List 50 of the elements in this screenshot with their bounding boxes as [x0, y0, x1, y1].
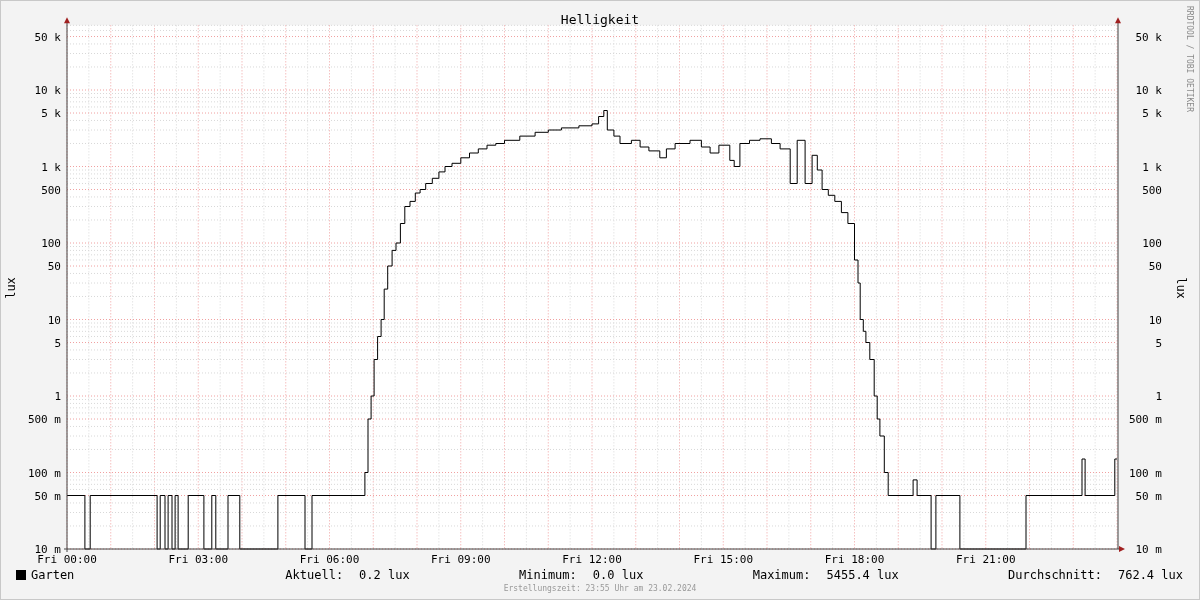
y-tick-label: 10 — [47, 313, 61, 327]
y-tick-label: 50 — [1148, 260, 1162, 274]
y-tick-label: 1 k — [41, 160, 61, 174]
y-tick-label: 5 k — [41, 107, 61, 121]
stat-value: 0.2 lux — [359, 568, 410, 582]
stat-label: Minimum: — [519, 568, 577, 582]
y-tick-label: 5 — [1155, 336, 1162, 350]
x-tick-label: Fri 12:00 — [562, 553, 622, 566]
y-axis-title: lux — [1174, 277, 1188, 299]
x-tick-label: Fri 03:00 — [168, 553, 229, 566]
y-tick-label: 100 m — [27, 466, 61, 480]
x-tick-label: Fri 00:00 — [37, 553, 97, 566]
x-tick-label: Fri 09:00 — [430, 553, 491, 566]
stat-label: Aktuell: — [285, 568, 344, 582]
y-tick-label: 50 k — [34, 30, 61, 44]
y-tick-label: 100 — [1142, 237, 1162, 250]
legend-label: Garten — [31, 568, 75, 582]
chart-title: Helligkeit — [560, 12, 640, 27]
y-tick-label: 5 — [54, 336, 61, 350]
y-tick-label: 10 — [1148, 313, 1162, 327]
y-tick-label: 1 k — [1142, 160, 1162, 174]
y-tick-label: 50 — [47, 260, 61, 274]
y-tick-label: 500 m — [1128, 413, 1162, 427]
stat-value: 5455.4 lux — [826, 568, 899, 582]
y-tick-label: 100 m — [1128, 466, 1162, 480]
x-tick-label: Fri 06:00 — [299, 553, 360, 566]
x-tick-label: Fri 21:00 — [955, 553, 1016, 566]
y-tick-label: 100 — [41, 237, 61, 250]
y-tick-label: 50 m — [34, 489, 61, 503]
credit-text: RRDTOOL / TOBI OETIKER — [1185, 6, 1194, 112]
y-tick-label: 10 m — [34, 543, 61, 556]
y-tick-label: 5 k — [1142, 107, 1162, 121]
y-tick-label: 10 k — [1135, 84, 1162, 97]
stat-label: Durchschnitt: — [1008, 568, 1102, 582]
y-axis-title: lux — [4, 277, 18, 299]
y-tick-label: 1 — [1155, 390, 1162, 403]
y-tick-label: 500 — [1142, 183, 1162, 197]
y-tick-label: 10 m — [1135, 543, 1162, 556]
timestamp: Erstellungszeit: 23:55 Uhr am 23.02.2024 — [502, 583, 698, 595]
stat-value: 762.4 lux — [1117, 568, 1183, 582]
y-tick-label: 50 m — [1135, 489, 1162, 503]
y-tick-label: 50 k — [1135, 30, 1162, 44]
stat-label: Maximum: — [752, 568, 811, 582]
y-tick-label: 1 — [54, 390, 61, 403]
x-tick-label: Fri 18:00 — [824, 553, 885, 566]
y-tick-label: 500 m — [27, 413, 61, 427]
y-tick-label: 10 k — [34, 84, 61, 97]
y-tick-label: 500 — [41, 183, 61, 197]
stat-value: 0.0 lux — [592, 568, 644, 582]
x-tick-label: Fri 15:00 — [693, 553, 754, 566]
